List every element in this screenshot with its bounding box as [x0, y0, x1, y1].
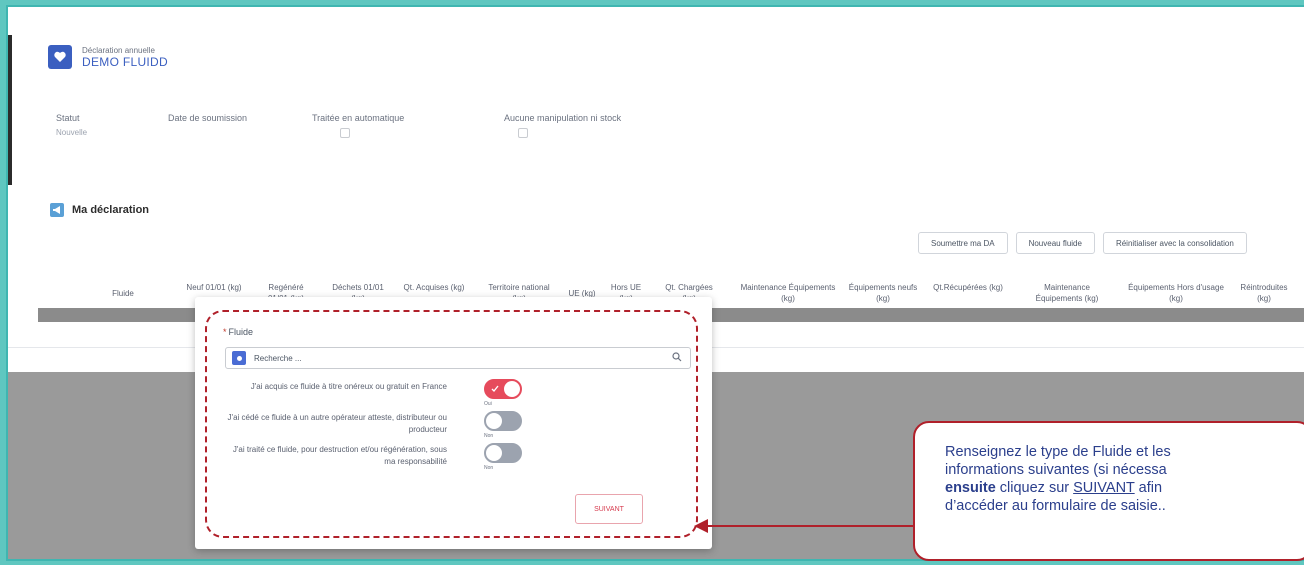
callout-line-1: Renseignez le type de Fluide et les — [945, 444, 1171, 460]
fluid-modal: * Fluide Recherche ... J'ai acquis ce flu… — [195, 297, 712, 549]
auto-label: Traitée en automatique — [312, 113, 405, 123]
col-hors-usage[interactable]: Équipements Hors d'usage (kg) — [1128, 282, 1224, 304]
col-acquises[interactable]: Qt. Acquises (kg) — [402, 282, 466, 293]
submit-da-button[interactable]: Soumettre ma DA — [918, 232, 1008, 254]
statut-label: Statut — [56, 113, 80, 123]
statut-field: Statut Nouvelle — [56, 113, 87, 137]
col-reintroduites[interactable]: Réintroduites (kg) — [1236, 282, 1292, 304]
callout-line-2: informations suivantes (si nécessa — [945, 462, 1167, 478]
left-edge-bar — [8, 35, 12, 185]
close-icon[interactable]: × — [704, 272, 711, 286]
new-fluid-button[interactable]: Nouveau fluide — [1015, 232, 1095, 254]
col-recuperees[interactable]: Qt.Récupérées (kg) — [933, 282, 1003, 293]
auto-checkbox[interactable] — [340, 128, 350, 138]
col-maint-1[interactable]: Maintenance Équipements (kg) — [740, 282, 836, 304]
nomanip-label: Aucune manipulation ni stock — [504, 113, 622, 123]
date-label: Date de soumission — [168, 113, 248, 123]
nomanip-field: Aucune manipulation ni stock — [504, 113, 621, 138]
annotation-arrow-line — [706, 525, 920, 527]
section-title: Ma déclaration — [72, 204, 150, 216]
section-header: Ma déclaration — [50, 203, 149, 217]
action-bar: Soumettre ma DA Nouveau fluide Réinitial… — [918, 232, 1247, 254]
instruction-callout: Renseignez le type de Fluide et les info… — [913, 421, 1304, 561]
callout-mid: cliquez sur — [995, 480, 1074, 496]
statut-value: Nouvelle — [56, 128, 88, 137]
page-header: Déclaration annuelle DEMO FLUIDD — [48, 45, 168, 69]
callout-bold: ensuite — [945, 480, 996, 496]
record-type: Déclaration annuelle — [82, 45, 155, 55]
nomanip-checkbox[interactable] — [518, 128, 528, 138]
annotation-arrow-head — [694, 519, 708, 533]
callout-end: afin — [1134, 480, 1163, 496]
heart-shield-icon — [48, 45, 72, 69]
record-title: DEMO FLUIDD — [82, 54, 168, 69]
reset-consolidation-button[interactable]: Réinitialiser avec la consolidation — [1102, 232, 1247, 254]
date-field: Date de soumission — [168, 113, 247, 123]
callout-line-3: ensuite cliquez sur SUIVANT afin — [945, 479, 1304, 497]
callout-line-4: d’accéder au formulaire de saisie.. — [945, 498, 1166, 514]
col-fluide[interactable]: Fluide — [88, 288, 158, 299]
auto-field: Traitée en automatique — [312, 113, 404, 138]
col-neufs[interactable]: Équipements neufs (kg) — [848, 282, 918, 304]
col-neuf[interactable]: Neuf 01/01 (kg) — [186, 282, 242, 293]
callout-link: SUIVANT — [1073, 480, 1135, 496]
col-maint-2[interactable]: Maintenance Équipements (kg) — [1020, 282, 1114, 304]
megaphone-icon — [50, 203, 64, 217]
annotation-highlight — [205, 310, 698, 538]
